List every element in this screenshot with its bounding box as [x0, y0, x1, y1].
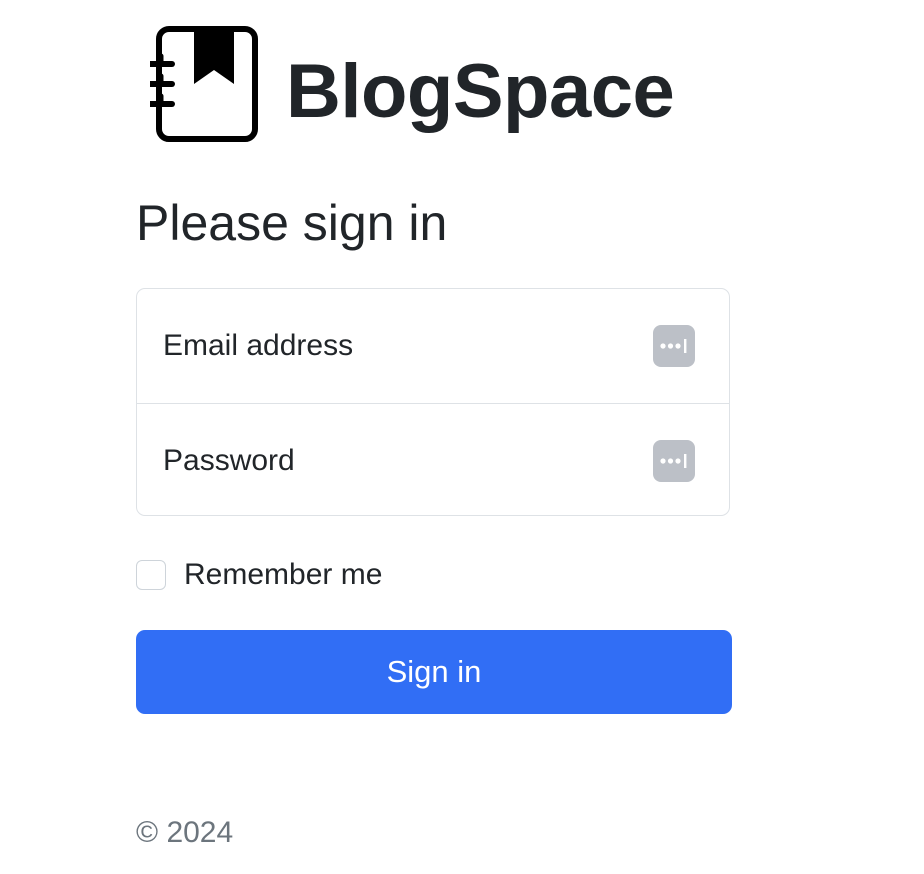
remember-me-checkbox[interactable]	[136, 560, 166, 590]
sign-in-button[interactable]: Sign in	[136, 630, 732, 714]
password-manager-icon[interactable]	[653, 325, 695, 367]
remember-me-label: Remember me	[184, 558, 383, 591]
credentials-group: Email address Password	[136, 288, 730, 517]
brand-logo	[150, 26, 260, 142]
journal-bookmark-icon	[150, 26, 258, 142]
password-field-wrapper: Password	[137, 403, 729, 517]
remember-me[interactable]: Remember me	[136, 558, 382, 592]
brand-name: BlogSpace	[286, 49, 675, 134]
email-field-wrapper: Email address	[137, 289, 729, 403]
email-field[interactable]	[137, 289, 729, 403]
password-field[interactable]	[137, 404, 729, 517]
page-title: Please sign in	[136, 195, 448, 251]
password-manager-icon[interactable]	[653, 440, 695, 482]
copyright-footer: © 2024	[136, 816, 234, 849]
